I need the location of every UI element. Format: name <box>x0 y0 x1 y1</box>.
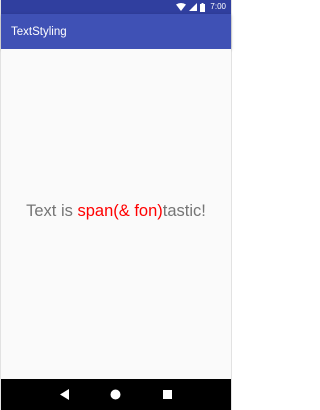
battery-icon <box>200 2 206 12</box>
wifi-icon <box>176 3 187 11</box>
text-prefix: Text is <box>26 202 78 220</box>
app-bar: TextStyling <box>1 14 231 49</box>
main-content: Text is span(& fon)tastic! <box>1 49 231 379</box>
navigation-bar <box>1 379 231 410</box>
recents-icon[interactable] <box>157 385 177 405</box>
status-bar: 7:00 <box>1 0 231 14</box>
text-styled-span: span(& fon) <box>77 202 163 220</box>
back-icon[interactable] <box>55 385 75 405</box>
signal-icon <box>189 3 198 11</box>
text-suffix: tastic! <box>162 202 206 220</box>
device-screen: 7:00 TextStyling Text is span(& fon)tast… <box>0 0 232 410</box>
app-title: TextStyling <box>11 25 67 38</box>
home-icon[interactable] <box>106 385 126 405</box>
clock: 7:00 <box>210 2 226 11</box>
styled-text: Text is span(& fon)tastic! <box>1 202 231 221</box>
